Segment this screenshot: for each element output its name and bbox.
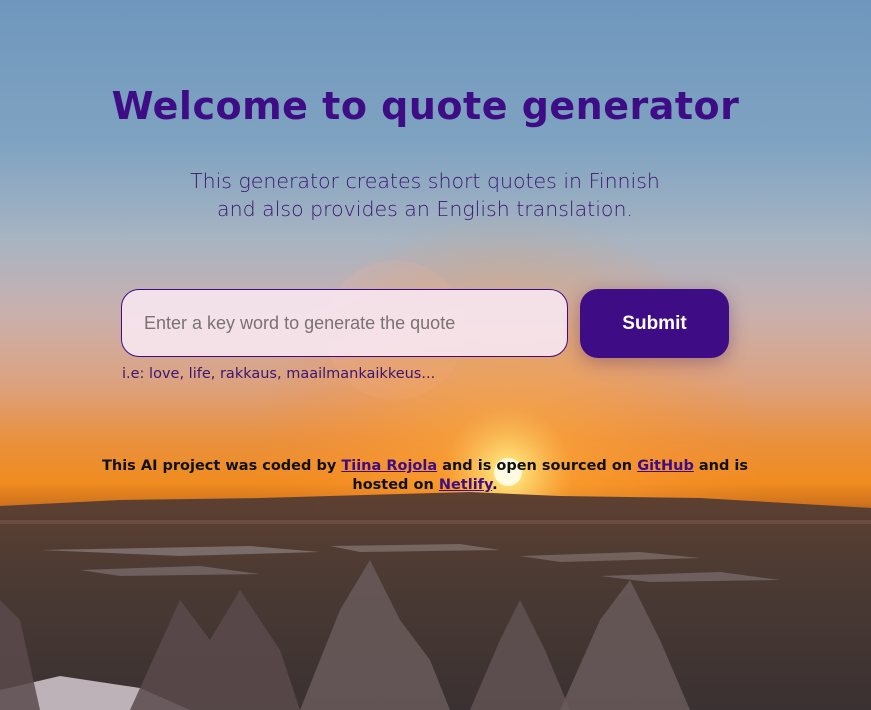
submit-button[interactable]: Submit: [580, 289, 729, 358]
subtitle-line-2: and also provides an English translation…: [217, 197, 633, 221]
footer-text-2: and is open sourced on: [437, 458, 638, 474]
subtitle-line-1: This generator creates short quotes in F…: [190, 169, 660, 193]
footer-text-1: This AI project was coded by: [101, 458, 342, 474]
quote-form: Submit: [121, 289, 731, 359]
github-link[interactable]: GitHub: [637, 458, 694, 474]
netlify-link[interactable]: Netlify: [439, 477, 492, 493]
footer-text-4: .: [492, 477, 498, 493]
page-title: Welcome to quote generator: [111, 84, 740, 128]
page-subtitle: This generator creates short quotes in F…: [160, 167, 690, 223]
keyword-input[interactable]: [121, 289, 568, 357]
author-link[interactable]: Tiina Rojola: [341, 458, 437, 474]
footer-credits: This AI project was coded by Tiina Rojol…: [95, 457, 755, 495]
keyword-hint: i.e: love, life, rakkaus, maailmankaikke…: [122, 366, 436, 382]
